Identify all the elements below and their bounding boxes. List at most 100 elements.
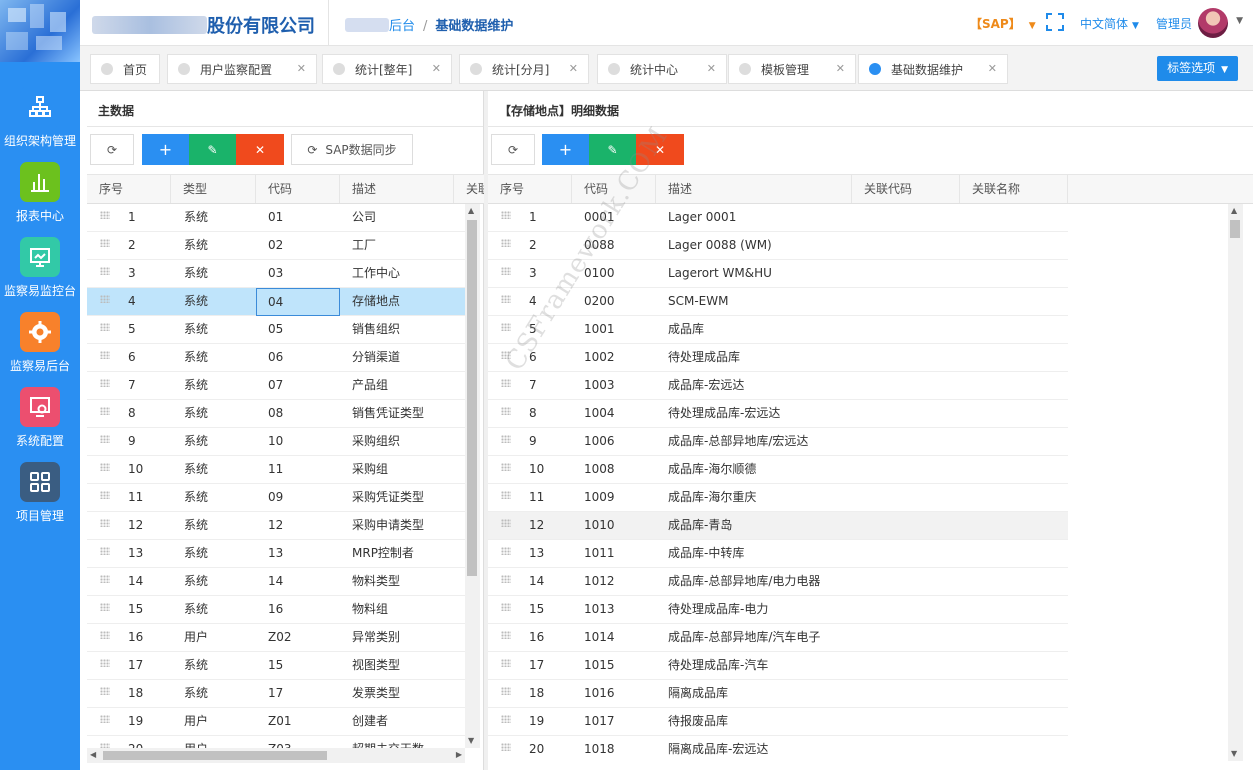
table-cell[interactable]: 15: [87, 596, 171, 624]
scrollbar-thumb[interactable]: [103, 751, 327, 760]
table-cell[interactable]: 系统: [171, 456, 255, 484]
close-icon[interactable]: ✕: [707, 62, 716, 75]
table-row[interactable]: 13 1011 成品库-中转库: [488, 540, 1068, 568]
table-row[interactable]: 8 1004 待处理成品库-宏远达: [488, 400, 1068, 428]
table-cell[interactable]: 1009: [572, 484, 656, 512]
table-cell[interactable]: 待报废品库: [656, 708, 852, 736]
table-cell[interactable]: 系统: [171, 652, 255, 680]
table-cell[interactable]: 创建者: [340, 708, 464, 736]
close-icon[interactable]: ✕: [432, 62, 441, 75]
table-cell[interactable]: 11: [256, 456, 340, 484]
table-cell[interactable]: 9: [488, 428, 572, 456]
scroll-left-icon[interactable]: ◀: [90, 751, 96, 759]
table-cell[interactable]: 成品库-海尔顺德: [656, 456, 852, 484]
table-row[interactable]: 14 系统 14 物料类型: [87, 568, 465, 596]
system-switch[interactable]: 【SAP】 ▼: [970, 15, 1036, 32]
scroll-up-icon[interactable]: ▲: [1231, 207, 1237, 215]
table-cell[interactable]: 成品库-中转库: [656, 540, 852, 568]
table-cell[interactable]: 19: [87, 708, 171, 736]
table-cell[interactable]: 5: [87, 316, 171, 344]
user-menu[interactable]: 管理员: [1156, 15, 1192, 32]
language-switch[interactable]: 中文简体 ▼: [1080, 15, 1139, 32]
table-cell[interactable]: 1014: [572, 624, 656, 652]
table-cell[interactable]: 10: [256, 428, 340, 456]
table-row[interactable]: 12 系统 12 采购申请类型: [87, 512, 465, 540]
master-horizontal-scrollbar[interactable]: ◀ ▶: [87, 748, 465, 763]
table-row[interactable]: 6 系统 06 分销渠道: [87, 344, 465, 372]
table-cell[interactable]: 系统: [171, 288, 255, 316]
column-header[interactable]: 序号: [87, 175, 171, 203]
table-row[interactable]: 15 系统 16 物料组: [87, 596, 465, 624]
table-cell[interactable]: 20: [87, 736, 171, 748]
table-cell[interactable]: Lager 0088 (WM): [656, 232, 852, 260]
table-cell[interactable]: 用户: [171, 736, 255, 748]
table-row[interactable]: 20用户Z03超期未交天数: [87, 736, 465, 748]
table-row[interactable]: 1 系统 01 公司: [87, 204, 465, 232]
detail-vertical-scrollbar[interactable]: ▲ ▼: [1228, 204, 1243, 761]
scroll-right-icon[interactable]: ▶: [456, 751, 462, 759]
table-row[interactable]: 11 1009 成品库-海尔重庆: [488, 484, 1068, 512]
scrollbar-thumb[interactable]: [467, 220, 477, 576]
table-cell[interactable]: 待处理成品库: [656, 344, 852, 372]
column-header[interactable]: 描述: [656, 175, 852, 203]
table-cell[interactable]: 系统: [171, 204, 255, 232]
table-cell[interactable]: SCM-EWM: [656, 288, 852, 316]
table-cell[interactable]: 发票类型: [340, 680, 464, 708]
table-cell[interactable]: 2: [87, 232, 171, 260]
table-cell[interactable]: MRP控制者: [340, 540, 464, 568]
table-cell[interactable]: 2: [488, 232, 572, 260]
table-cell[interactable]: 系统: [171, 344, 255, 372]
table-cell[interactable]: 7: [87, 372, 171, 400]
delete-button[interactable]: ✕: [236, 134, 284, 165]
table-cell[interactable]: 20: [488, 736, 572, 761]
table-cell[interactable]: 异常类别: [340, 624, 464, 652]
column-header[interactable]: 关联代码: [852, 175, 960, 203]
table-row[interactable]: 11 系统 09 采购凭证类型: [87, 484, 465, 512]
table-row[interactable]: 6 1002 待处理成品库: [488, 344, 1068, 372]
tab-4[interactable]: 统计中心 ✕: [597, 54, 727, 84]
table-row[interactable]: 15 1013 待处理成品库-电力: [488, 596, 1068, 624]
sidebar-item-3[interactable]: 监察易后台: [0, 312, 80, 387]
table-cell[interactable]: 8: [87, 400, 171, 428]
table-cell[interactable]: 16: [488, 624, 572, 652]
table-row[interactable]: 3 系统 03 工作中心: [87, 260, 465, 288]
table-cell[interactable]: 系统: [171, 484, 255, 512]
table-row[interactable]: 9 系统 10 采购组织: [87, 428, 465, 456]
table-cell[interactable]: 系统: [171, 260, 255, 288]
table-row[interactable]: 1 0001 Lager 0001: [488, 204, 1068, 232]
column-header[interactable]: 关联名称: [960, 175, 1068, 203]
table-cell[interactable]: 1016: [572, 680, 656, 708]
table-cell[interactable]: 待处理成品库-电力: [656, 596, 852, 624]
table-cell[interactable]: 1011: [572, 540, 656, 568]
table-cell[interactable]: 15: [488, 596, 572, 624]
table-cell[interactable]: 12: [256, 512, 340, 540]
table-row[interactable]: 18 系统 17 发票类型: [87, 680, 465, 708]
tab-options-button[interactable]: 标签选项 ▼: [1157, 56, 1238, 81]
master-vertical-scrollbar[interactable]: ▲ ▼: [465, 204, 480, 748]
table-cell[interactable]: 待处理成品库-宏远达: [656, 400, 852, 428]
table-cell[interactable]: 成品库-总部异地库/电力电器: [656, 568, 852, 596]
table-cell[interactable]: 14: [488, 568, 572, 596]
table-cell[interactable]: 18: [488, 680, 572, 708]
table-cell[interactable]: 16: [256, 596, 340, 624]
fullscreen-icon[interactable]: [1046, 13, 1064, 34]
tab-1[interactable]: 用户监察配置 ✕: [167, 54, 317, 84]
tab-2[interactable]: 统计[整年] ✕: [322, 54, 452, 84]
table-cell[interactable]: 1: [488, 204, 572, 232]
table-cell[interactable]: 1012: [572, 568, 656, 596]
table-row[interactable]: 8 系统 08 销售凭证类型: [87, 400, 465, 428]
table-cell[interactable]: 系统: [171, 232, 255, 260]
table-cell[interactable]: 13: [256, 540, 340, 568]
refresh-button[interactable]: ⟳: [90, 134, 134, 165]
table-cell[interactable]: 系统: [171, 568, 255, 596]
table-cell[interactable]: 公司: [340, 204, 464, 232]
table-cell[interactable]: 08: [256, 400, 340, 428]
table-cell[interactable]: 07: [256, 372, 340, 400]
table-cell[interactable]: 9: [87, 428, 171, 456]
scroll-up-icon[interactable]: ▲: [468, 207, 474, 215]
table-cell[interactable]: 1015: [572, 652, 656, 680]
table-cell[interactable]: 01: [256, 204, 340, 232]
table-row[interactable]: 10 1008 成品库-海尔顺德: [488, 456, 1068, 484]
table-cell[interactable]: 系统: [171, 512, 255, 540]
tab-3[interactable]: 统计[分月] ✕: [459, 54, 589, 84]
